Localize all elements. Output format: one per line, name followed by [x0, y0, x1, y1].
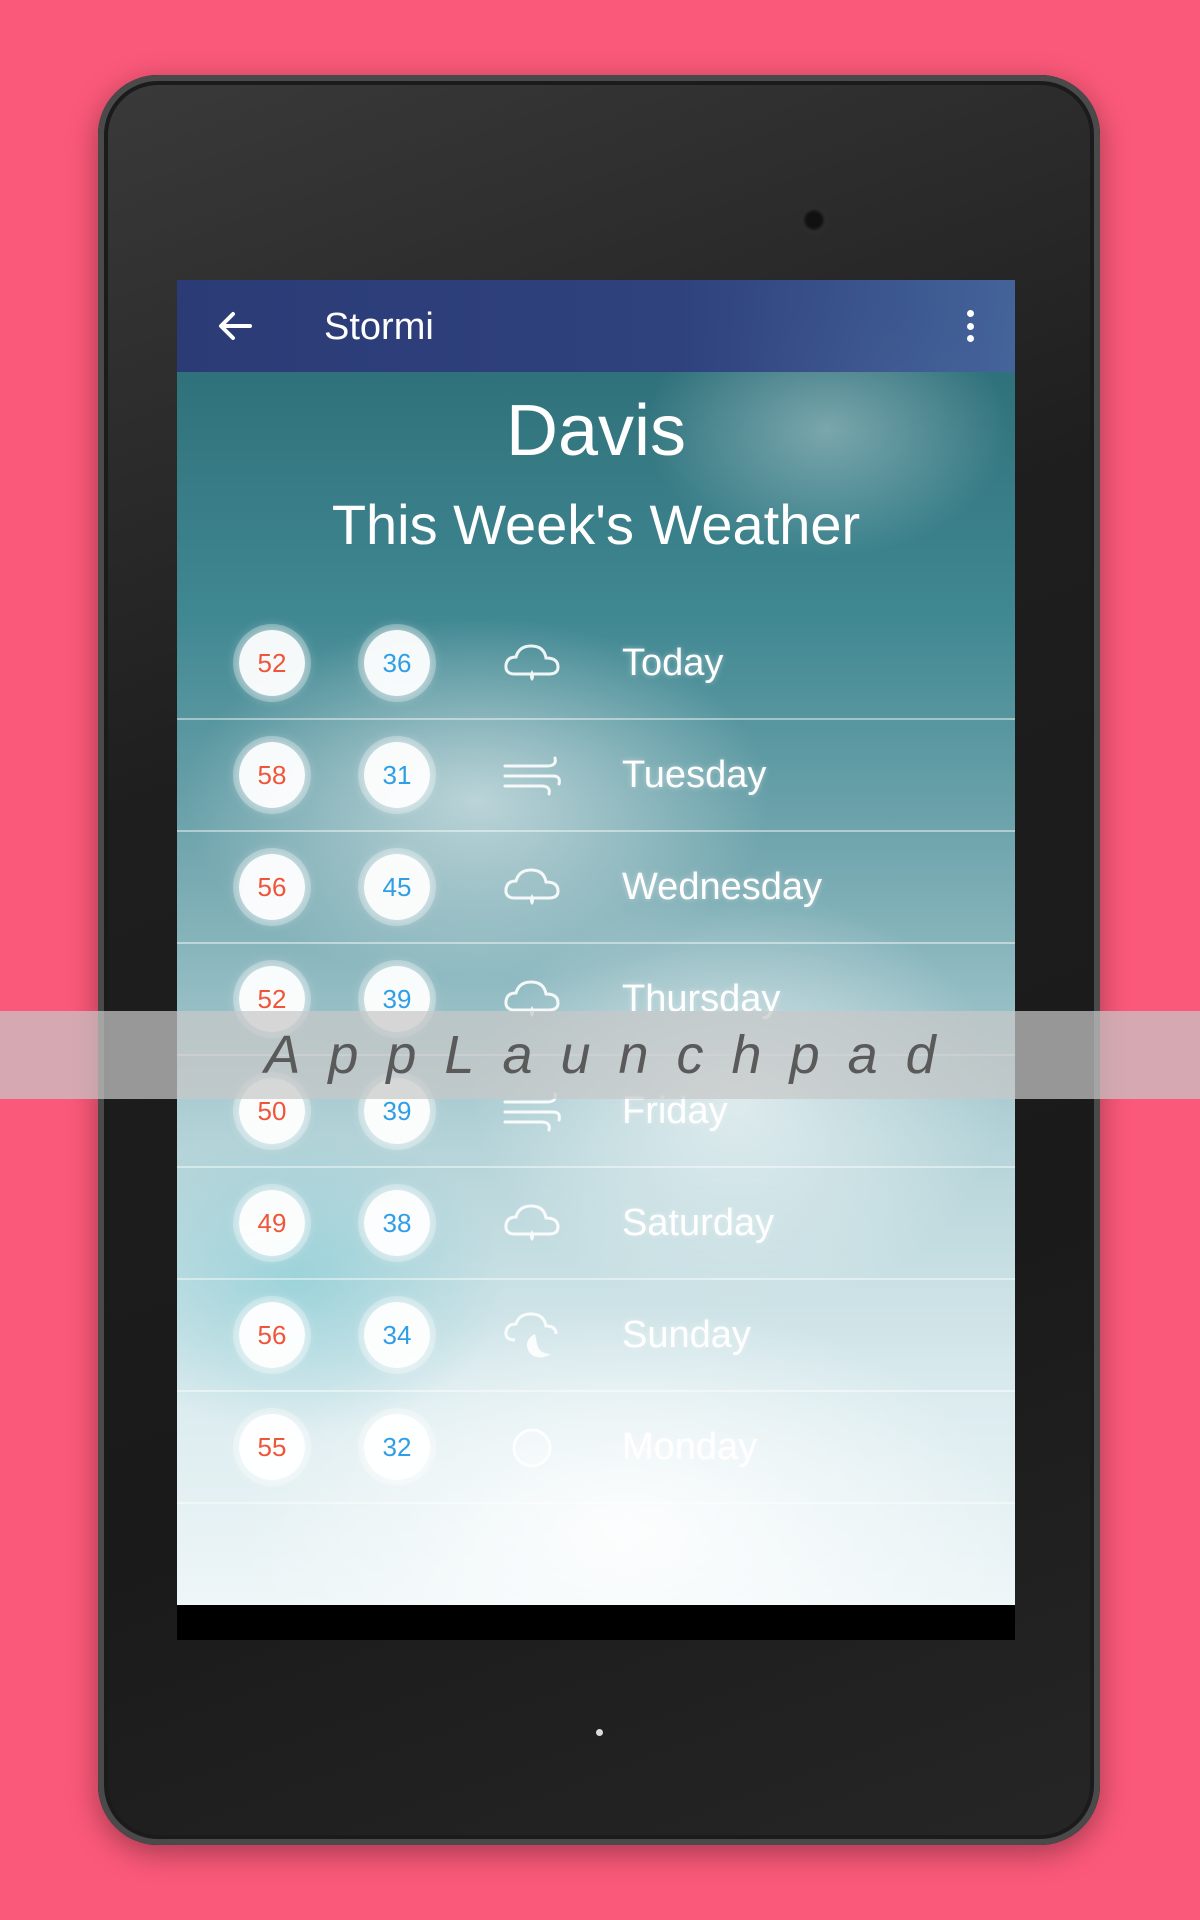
- back-button[interactable]: [215, 308, 255, 344]
- overflow-menu-button[interactable]: [963, 304, 977, 348]
- front-camera: [803, 209, 825, 231]
- forecast-row[interactable]: 58 31 Tuesday: [177, 720, 1015, 832]
- low-temp-badge: 36: [364, 630, 430, 696]
- watermark-text: AppLaunchpad: [264, 1025, 964, 1085]
- watermark-banner: AppLaunchpad: [0, 1011, 1200, 1099]
- forecast-row[interactable]: 56 34 Sunday: [177, 1280, 1015, 1392]
- low-temp-badge: 31: [364, 742, 430, 808]
- clear-circle-icon: [499, 1422, 565, 1474]
- high-temp-badge: 52: [239, 630, 305, 696]
- high-temp-badge: 56: [239, 854, 305, 920]
- city-name: Davis: [505, 391, 687, 471]
- day-label: Today: [622, 642, 724, 684]
- cloud-rain-icon: [499, 1198, 565, 1250]
- page-subtitle: This Week's Weather: [331, 493, 861, 556]
- cloud-rain-icon: [499, 862, 565, 914]
- home-indicator: [596, 1729, 603, 1736]
- day-label: Sunday: [622, 1314, 751, 1356]
- app-bar: Stormi: [177, 280, 1015, 372]
- high-temp-badge: 56: [239, 1302, 305, 1368]
- day-label: Monday: [622, 1426, 758, 1468]
- forecast-row[interactable]: 55 32 Monday: [177, 1392, 1015, 1504]
- low-temp-badge: 34: [364, 1302, 430, 1368]
- forecast-row[interactable]: 52 36 Today: [177, 608, 1015, 720]
- forecast-row[interactable]: 49 38 Saturday: [177, 1168, 1015, 1280]
- app-title: Stormi: [324, 306, 434, 348]
- device-screen: Stormi Davis This Week's Weather 52 36 T…: [177, 280, 1015, 1640]
- cloud-night-icon: [499, 1310, 565, 1362]
- low-temp-badge: 32: [364, 1414, 430, 1480]
- high-temp-badge: 55: [239, 1414, 305, 1480]
- cloud-rain-icon: [499, 638, 565, 690]
- app-content: Stormi Davis This Week's Weather 52 36 T…: [177, 280, 1015, 1605]
- day-label: Tuesday: [622, 754, 767, 796]
- arrow-left-icon: [219, 312, 252, 340]
- high-temp-badge: 58: [239, 742, 305, 808]
- more-vert-icon: [966, 310, 974, 317]
- low-temp-badge: 45: [364, 854, 430, 920]
- forecast-row[interactable]: 56 45 Wednesday: [177, 832, 1015, 944]
- low-temp-badge: 38: [364, 1190, 430, 1256]
- day-label: Saturday: [622, 1202, 775, 1244]
- high-temp-badge: 49: [239, 1190, 305, 1256]
- day-label: Wednesday: [622, 866, 822, 908]
- wind-icon: [499, 750, 565, 802]
